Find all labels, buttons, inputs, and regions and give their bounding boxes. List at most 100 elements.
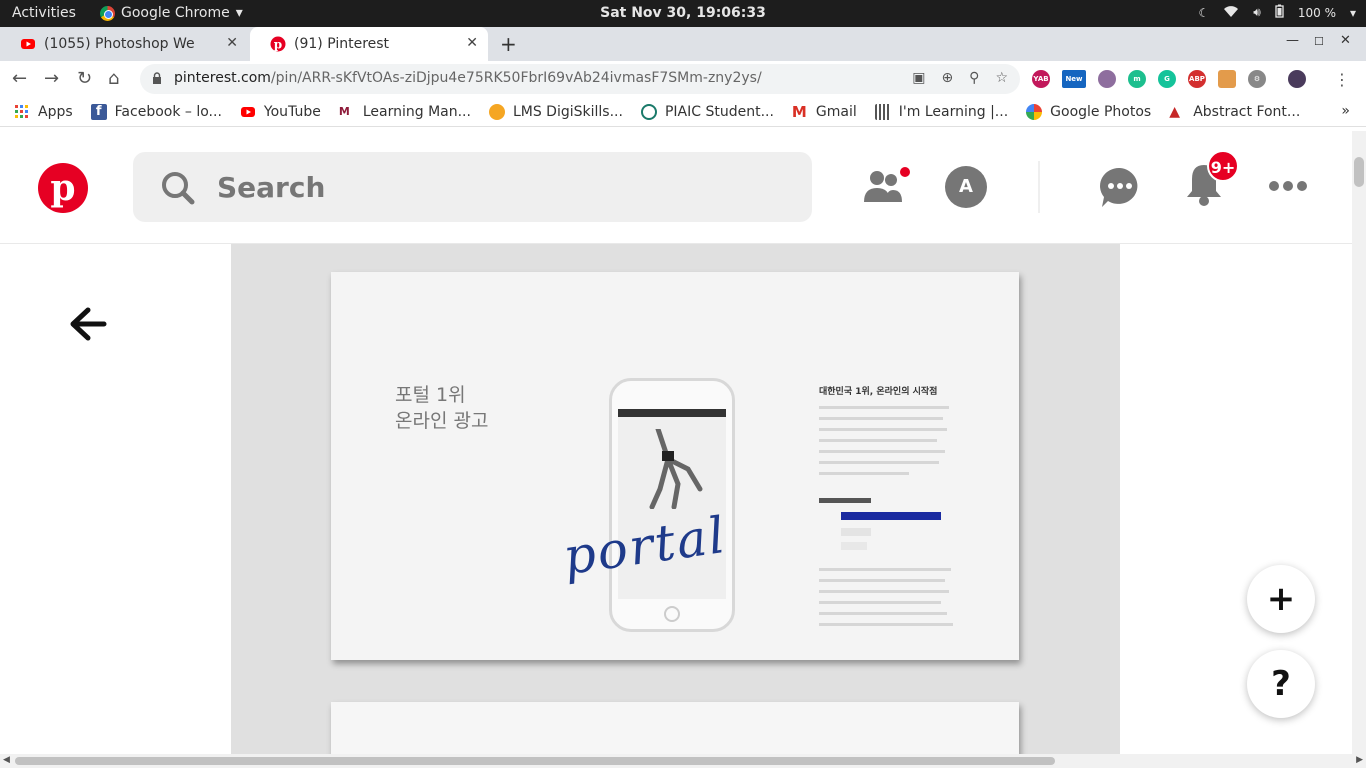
bookmark-gmail[interactable]: M Gmail [792,104,857,120]
vertical-scrollbar[interactable] [1352,131,1366,754]
battery-icon [1275,4,1284,21]
pin-image-title-line: 온라인 광고 [395,410,489,432]
bookmark-apps[interactable]: Apps [14,104,73,120]
minimize-button[interactable]: — [1286,33,1299,48]
pin-closeup: 포털 1위 온라인 광고 portal 대한민국 1위, 온라인의 시작점 [0,244,1352,754]
bookmark-abstract-fonts[interactable]: ▲ Abstract Font... [1169,104,1300,120]
create-pin-button[interactable]: + [1247,565,1315,633]
tab-title: (91) Pinterest [294,36,390,52]
pin-image[interactable]: 포털 1위 온라인 광고 portal 대한민국 1위, 온라인의 시작점 [231,244,1120,754]
back-arrow-icon[interactable] [66,306,110,342]
url-text[interactable]: pinterest.com/pin/ARR-sKfVtOAs-ziDjpu4e7… [174,70,762,86]
lock-icon[interactable] [152,72,162,84]
hands-illustration [649,429,703,509]
forward-button[interactable]: → [44,68,59,89]
piaic-icon [640,103,657,120]
vertical-scroll-thumb[interactable] [1354,157,1364,187]
pin-image-title: 포털 1위 온라인 광고 [395,382,488,434]
bookmark-label: Google Photos [1050,103,1152,120]
zoom-icon[interactable]: ⚲ [969,70,979,86]
bookmark-facebook[interactable]: f Facebook – lo... [90,103,222,120]
pinterest-logo[interactable]: p [38,163,88,213]
bookmark-label: I'm Learning |... [898,103,1009,120]
horizontal-scroll-thumb[interactable] [15,757,1055,765]
mini-chart-title [819,498,871,503]
mini-chart-bar [841,512,941,520]
pinterest-icon: p [270,36,286,52]
cast-icon[interactable]: ▣ [912,70,925,86]
scroll-left-arrow-icon[interactable]: ◀ [3,755,10,765]
url-domain: pinterest.com [174,70,271,86]
grammarly-extension-icon[interactable]: G [1158,70,1176,88]
notification-badge: 9+ [1207,150,1239,182]
volume-icon: 🔊︎ [1253,5,1261,19]
close-tab-icon[interactable]: ✕ [226,35,238,51]
tab-pinterest[interactable]: p (91) Pinterest ✕ [250,27,488,61]
phone-mockup [609,378,735,632]
url-path: /pin/ARR-sKfVtOAs-ziDjpu4e75RK50FbrI69vA… [270,70,762,86]
bookmark-label: Facebook – lo... [114,103,222,120]
new-extension-icon[interactable]: New [1062,70,1086,88]
gmail-icon: M [791,102,807,121]
search-input[interactable] [217,167,777,207]
youtube-icon [21,39,35,49]
reload-button[interactable]: ↻ [77,68,92,89]
search-icon [162,172,195,205]
bookmark-google-photos[interactable]: Google Photos [1026,103,1152,120]
scroll-right-arrow-icon[interactable]: ▶ [1356,755,1363,765]
bookmark-lms-digiskills[interactable]: LMS DigiSkills... [488,103,623,120]
help-button[interactable]: ? [1247,650,1315,718]
add-icon[interactable]: ⊕ [941,70,953,86]
pin-image-body-text [819,406,955,483]
close-window-button[interactable]: ✕ [1340,33,1351,48]
pin-image-page: 포털 1위 온라인 광고 portal 대한민국 1위, 온라인의 시작점 [331,272,1019,660]
profile-avatar-icon[interactable] [1288,70,1306,88]
yab-extension-icon[interactable]: YAB [1032,70,1050,88]
close-tab-icon[interactable]: ✕ [466,35,478,51]
mini-chart-bar [841,542,867,550]
apps-grid-icon [15,104,28,118]
header-divider [1038,161,1040,213]
search-bar[interactable] [133,152,812,222]
omnibox-actions: ▣ ⊕ ⚲ ☆ [912,70,1008,86]
back-button[interactable]: ← [12,68,27,89]
bookmark-label: LMS DigiSkills... [512,103,623,120]
more-bookmarks-icon[interactable]: » [1341,103,1350,119]
tab-strip: (1055) Photoshop Websit ✕ p (91) Pintere… [0,27,1366,61]
bug-extension-icon[interactable] [1098,70,1116,88]
lms-icon: M [338,104,350,118]
address-bar[interactable]: pinterest.com/pin/ARR-sKfVtOAs-ziDjpu4e7… [140,64,1020,94]
more-options-icon[interactable] [1268,179,1308,193]
following-people-icon[interactable] [860,164,912,208]
night-light-icon: ☾ [1198,5,1210,20]
tab-youtube[interactable]: (1055) Photoshop Websit ✕ [0,27,248,61]
maximize-button[interactable]: ☐ [1314,35,1324,48]
messages-icon[interactable] [1098,165,1142,209]
wifi-icon [1223,4,1239,21]
facebook-icon: f [90,103,107,120]
bookmark-piaic[interactable]: PIAIC Student... [640,103,774,120]
tab-title: (1055) Photoshop Websit [44,36,194,52]
user-avatar[interactable]: A [945,166,987,208]
google-photos-icon [1026,103,1043,120]
new-tab-button[interactable]: + [500,32,517,56]
bookmark-im-learning[interactable]: I'm Learning |... [874,103,1009,120]
adblock-extension-icon[interactable]: ABP [1188,70,1206,88]
pin-image-page [331,702,1019,754]
system-tray[interactable]: ☾ 🔊︎ 100 % ▾ [1199,4,1356,21]
clock[interactable]: Sat Nov 30, 19:06:33 [0,5,1366,21]
home-button[interactable]: ⌂ [108,68,119,89]
bookmark-star-icon[interactable]: ☆ [995,70,1008,86]
bookmark-learning-management[interactable]: M Learning Man... [339,104,471,120]
phone-home-button [664,606,680,622]
mini-chart-bar [841,528,871,536]
abstract-fonts-icon: ▲ [1169,103,1180,120]
face-extension-icon[interactable] [1218,70,1236,88]
chrome-menu-icon[interactable]: ⋮ [1334,70,1350,89]
bookmark-youtube[interactable]: YouTube [240,104,321,120]
horizontal-scrollbar[interactable]: ◀ ▶ [0,754,1366,768]
gear-extension-icon[interactable]: ⚙ [1248,70,1266,88]
pinterest-header: p A 9+ [0,131,1352,244]
m-extension-icon[interactable]: m [1128,70,1146,88]
system-top-bar: Activities Google Chrome ▾ Sat Nov 30, 1… [0,0,1366,27]
